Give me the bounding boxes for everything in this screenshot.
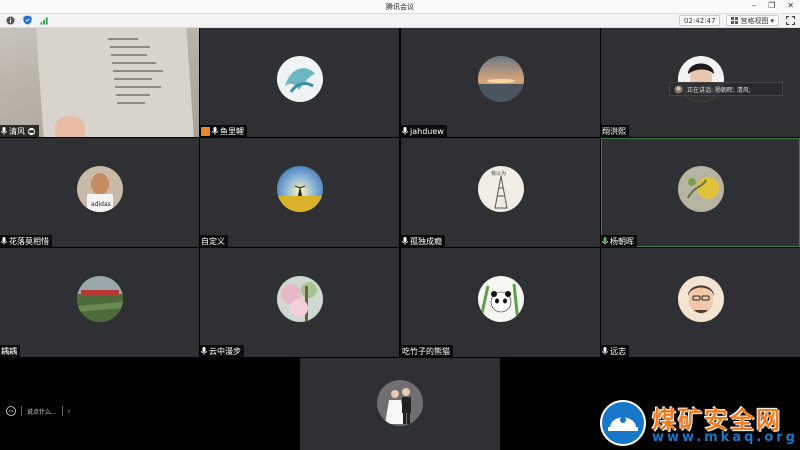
video-tile-jahduew[interactable]: jahduew [401, 28, 600, 137]
microphone-icon [1, 237, 7, 245]
video-tile-yuanzhi[interactable]: 远志 [601, 248, 800, 357]
watermark-url: www.mkaq.org [652, 430, 798, 445]
video-tile-qingfeng[interactable]: 清风 [0, 28, 199, 137]
microphone-icon [402, 127, 408, 135]
video-tile-yunzhong[interactable]: 云中漫步 [200, 248, 399, 357]
participant-name: jahduew [410, 126, 444, 136]
meeting-timer: 02:42:47 [679, 15, 721, 26]
participant-name: 清风 [9, 126, 25, 136]
fullscreen-icon[interactable] [785, 15, 796, 26]
avatar: 我以为 [477, 165, 524, 212]
speaker-avatar-icon [674, 84, 683, 94]
divider [21, 406, 22, 416]
video-tile-gudu[interactable]: 我以为 孤独成瘾 [401, 138, 600, 247]
chevron-left-icon[interactable]: ‹ [68, 408, 70, 415]
restore-icon[interactable]: ❐ [768, 1, 775, 10]
chat-bar[interactable]: 说点什么... ‹ [6, 406, 70, 416]
participant-name: 吃竹子的熊猫 [402, 346, 450, 356]
participant-nameplate: 花落莫相惜 [0, 235, 52, 247]
participant-nameplate: 远志 [601, 345, 629, 357]
chevron-down-icon: ▾ [770, 16, 774, 25]
avatar [677, 275, 724, 322]
device-icon [27, 127, 36, 135]
video-tile-panda[interactable]: 吃竹子的熊猫 [401, 248, 600, 357]
video-tile-yulili[interactable]: 鱼里鲤 [200, 28, 399, 137]
shield-icon[interactable] [22, 15, 32, 25]
avatar [477, 55, 524, 102]
eiffel-caption: 我以为 [491, 170, 506, 177]
participant-nameplate: 自定义 [200, 235, 228, 247]
avatar [677, 165, 724, 212]
avatar: adidas [76, 165, 123, 212]
microphone-icon [201, 347, 207, 355]
title-bar: 腾讯会议 – ❐ ✕ [0, 0, 800, 14]
video-tile-ouou[interactable]: 耦耦 [0, 248, 199, 357]
chat-icon[interactable] [6, 406, 16, 416]
participant-nameplate: 杨朝晖 [601, 235, 637, 247]
microphone-icon [602, 347, 608, 355]
watermark: 煤矿安全网 www.mkaq.org [600, 398, 800, 450]
participant-name: 远志 [610, 346, 626, 356]
window-controls: – ❐ ✕ [752, 1, 794, 10]
view-mode-label: 宫格视图 [740, 16, 769, 25]
video-tile-wedding[interactable] [300, 358, 500, 450]
view-mode-button[interactable]: 宫格视图 ▾ [726, 15, 779, 26]
participant-name: 耦耦 [1, 346, 17, 356]
participant-name: 翔洪熙 [602, 126, 626, 136]
participant-name: 云中漫步 [209, 346, 241, 356]
info-icon[interactable] [5, 15, 15, 25]
speaking-indicator: 正在讲话: 杨朝晖; 清风; [669, 82, 783, 96]
video-tile-yangzhaohui[interactable]: 杨朝晖 [601, 138, 800, 247]
divider [61, 406, 63, 416]
user-avatar-icon [201, 126, 210, 136]
participant-nameplate: 孤独成瘾 [401, 235, 445, 247]
avatar [276, 165, 323, 212]
participant-nameplate: 吃竹子的熊猫 [401, 345, 453, 357]
avatar [377, 380, 423, 426]
microphone-icon [402, 237, 408, 245]
meeting-toolbar: 02:42:47 宫格视图 ▾ [0, 14, 800, 28]
minimize-icon[interactable]: – [752, 1, 756, 10]
grid-view-icon [731, 17, 739, 24]
participant-nameplate: 云中漫步 [200, 345, 244, 357]
participant-name: 孤独成瘾 [410, 236, 442, 246]
participant-name: 花落莫相惜 [9, 236, 49, 246]
signal-icon[interactable] [39, 15, 49, 25]
site-logo [600, 400, 646, 446]
participant-nameplate: 耦耦 [0, 345, 20, 357]
video-tile-zidingyi[interactable]: 自定义 [200, 138, 399, 247]
shared-book-video [0, 28, 199, 137]
close-icon[interactable]: ✕ [787, 1, 794, 10]
window-title: 腾讯会议 [386, 3, 414, 11]
avatar [276, 275, 323, 322]
microphone-icon [212, 127, 218, 135]
chat-input[interactable]: 说点什么... [27, 407, 57, 416]
participant-nameplate: 翔洪熙 [601, 125, 629, 137]
avatar [76, 275, 123, 322]
video-tile-hualuo[interactable]: adidas 花落莫相惜 [0, 138, 199, 247]
microphone-icon [1, 127, 7, 135]
video-grid: 清风 鱼里鲤 jahduew 翔洪熙 adidas 花落莫相惜 自定义 我以为 … [0, 28, 800, 358]
avatar [477, 275, 524, 322]
svg-text:adidas: adidas [91, 201, 111, 208]
participant-nameplate: 鱼里鲤 [200, 125, 247, 137]
microphone-active-icon [602, 237, 608, 245]
participant-nameplate: jahduew [401, 125, 447, 137]
speaking-text: 正在讲话: 杨朝晖; 清风; [687, 86, 751, 94]
participant-name: 鱼里鲤 [220, 126, 244, 136]
participant-name: 自定义 [201, 236, 225, 246]
avatar [276, 55, 323, 102]
participant-name: 杨朝晖 [610, 236, 634, 246]
participant-nameplate: 清风 [0, 125, 39, 137]
